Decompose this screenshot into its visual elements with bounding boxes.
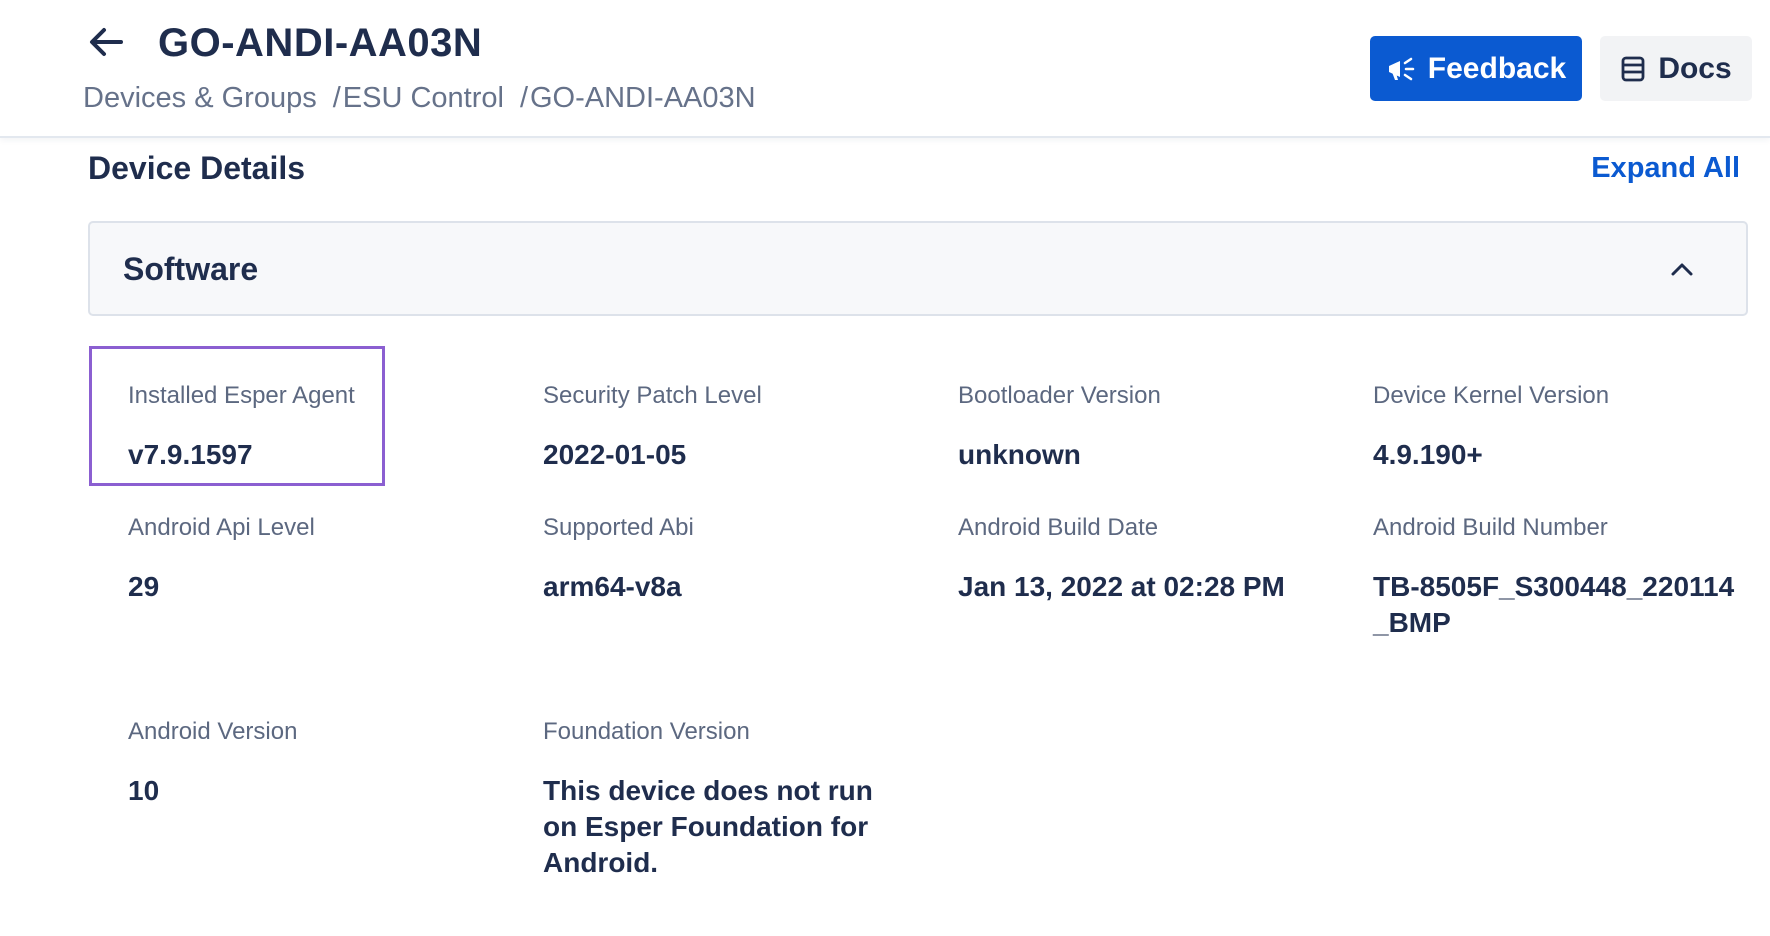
field-android-build-number: Android Build Number TB-8505F_S300448_22… xyxy=(1373,513,1743,641)
field-label: Android Build Date xyxy=(958,514,1159,541)
chevron-up-icon[interactable] xyxy=(1666,253,1698,285)
field-foundation-version: Foundation Version This device does not … xyxy=(543,717,913,881)
expand-all-link[interactable]: Expand All xyxy=(1591,148,1740,188)
software-section-title: Software xyxy=(123,251,259,287)
software-section-header[interactable]: Software xyxy=(88,221,1748,316)
field-device-kernel-version: Device Kernel Version 4.9.190+ xyxy=(1373,381,1743,473)
breadcrumb-separator: / xyxy=(519,82,528,114)
arrow-left-icon xyxy=(89,27,123,57)
book-icon xyxy=(1620,55,1646,83)
breadcrumb: Devices & Groups / ESU Control / GO-ANDI… xyxy=(83,78,756,118)
back-button[interactable] xyxy=(84,20,128,64)
megaphone-icon xyxy=(1386,55,1416,83)
feedback-button[interactable]: Feedback xyxy=(1370,36,1582,101)
field-value: TB-8505F_S300448_220114_BMP xyxy=(1373,571,1735,638)
docs-button-label: Docs xyxy=(1658,51,1732,85)
field-label: Android Api Level xyxy=(128,514,315,541)
field-label: Device Kernel Version xyxy=(1373,382,1610,409)
field-label: Foundation Version xyxy=(543,718,750,745)
feedback-button-label: Feedback xyxy=(1427,51,1567,85)
field-value: 2022-01-05 xyxy=(543,439,687,470)
breadcrumb-devices-groups[interactable]: Devices & Groups xyxy=(83,78,317,118)
field-value: v7.9.1597 xyxy=(128,439,253,470)
field-value: 4.9.190+ xyxy=(1373,439,1483,470)
field-value: Jan 13, 2022 at 02:28 PM xyxy=(958,571,1285,602)
field-value: arm64-v8a xyxy=(543,571,682,602)
field-label: Installed Esper Agent xyxy=(128,382,355,409)
field-label: Bootloader Version xyxy=(958,382,1161,409)
field-value: 29 xyxy=(128,571,160,602)
docs-button[interactable]: Docs xyxy=(1600,36,1752,101)
field-android-build-date: Android Build Date Jan 13, 2022 at 02:28… xyxy=(958,513,1338,605)
breadcrumb-current-device: GO-ANDI-AA03N xyxy=(530,82,756,114)
page-title: GO-ANDI-AA03N xyxy=(158,21,483,65)
field-value: 10 xyxy=(128,775,160,806)
breadcrumb-separator: / xyxy=(332,82,341,114)
field-installed-esper-agent: Installed Esper Agent v7.9.1597 xyxy=(128,381,508,473)
field-label: Android Build Number xyxy=(1373,514,1608,541)
field-label: Security Patch Level xyxy=(543,382,762,409)
breadcrumb-esu-control[interactable]: ESU Control xyxy=(343,78,504,118)
field-label: Android Version xyxy=(128,718,298,745)
field-value: unknown xyxy=(958,439,1081,470)
field-android-api-level: Android Api Level 29 xyxy=(128,513,508,605)
field-bootloader-version: Bootloader Version unknown xyxy=(958,381,1338,473)
device-details-title: Device Details xyxy=(88,150,306,186)
field-value: This device does not run on Esper Founda… xyxy=(543,775,873,878)
field-android-version: Android Version 10 xyxy=(128,717,508,809)
field-label: Supported Abi xyxy=(543,514,694,541)
field-security-patch-level: Security Patch Level 2022-01-05 xyxy=(543,381,923,473)
page-header: GO-ANDI-AA03N Devices & Groups / ESU Con… xyxy=(0,0,1770,138)
field-supported-abi: Supported Abi arm64-v8a xyxy=(543,513,923,605)
